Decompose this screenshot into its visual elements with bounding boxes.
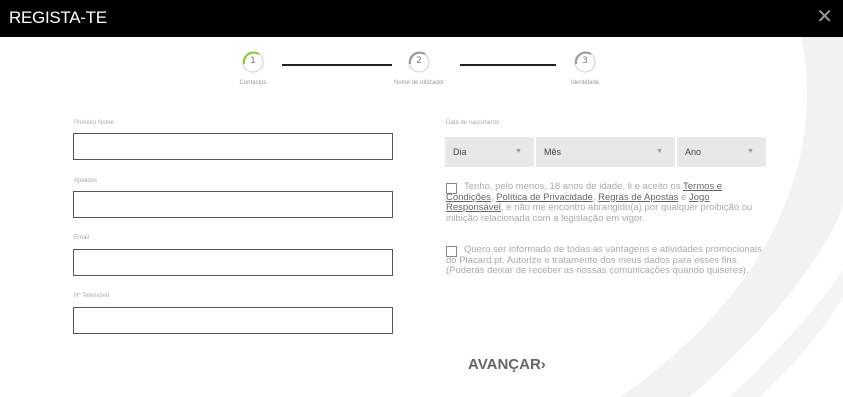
betting-rules-link[interactable]: Regras de Apostas bbox=[598, 192, 678, 203]
step-3-number: 3 bbox=[582, 56, 588, 66]
step-3-label: Identidade bbox=[570, 80, 600, 86]
chevron-down-icon: ▼ bbox=[656, 148, 663, 155]
modal-header: REGISTA-TE ✕ bbox=[0, 0, 843, 37]
chevron-right-icon: › bbox=[540, 356, 546, 373]
year-select[interactable]: Ano ▼ bbox=[677, 137, 766, 167]
surname-input[interactable] bbox=[73, 191, 393, 218]
month-select-value: Mês bbox=[544, 147, 562, 157]
marketing-consent-text: Quero ser informado de todas as vantagen… bbox=[446, 244, 762, 276]
phone-input[interactable] bbox=[73, 307, 393, 334]
year-select-value: Ano bbox=[685, 147, 702, 157]
step-connector-1 bbox=[282, 64, 392, 66]
chevron-down-icon: ▼ bbox=[747, 148, 754, 155]
terms-sep-3: e bbox=[678, 191, 689, 203]
next-button[interactable]: AVANÇAR› bbox=[468, 356, 546, 373]
first-name-input[interactable] bbox=[73, 133, 393, 160]
terms-text-1: Tenho, pelo menos, 18 anos de idade, li … bbox=[464, 181, 684, 192]
step-1-number: 1 bbox=[250, 56, 256, 66]
chevron-down-icon: ▼ bbox=[515, 148, 522, 155]
privacy-policy-link[interactable]: Política de Privacidade bbox=[496, 192, 593, 203]
email-label: Email bbox=[74, 235, 90, 241]
email-input[interactable] bbox=[73, 249, 393, 276]
age-terms-text: Tenho, pelo menos, 18 anos de idade, li … bbox=[446, 181, 766, 224]
day-select[interactable]: Dia ▼ bbox=[445, 137, 534, 167]
close-icon[interactable]: ✕ bbox=[816, 4, 833, 28]
surname-label: Apelidos bbox=[74, 178, 98, 184]
step-2-label: Nome de utilizador bbox=[393, 80, 445, 86]
step-2-number: 2 bbox=[416, 56, 422, 66]
next-button-label: AVANÇAR bbox=[468, 356, 541, 373]
dob-label: Data de nascimento bbox=[446, 120, 500, 126]
first-name-label: Primeiro Nome bbox=[74, 120, 115, 126]
step-1-label: Contactos bbox=[239, 80, 267, 86]
month-select[interactable]: Mês ▼ bbox=[536, 137, 675, 167]
phone-label: Nº Telemóvel bbox=[74, 293, 110, 299]
step-connector-2 bbox=[460, 64, 556, 66]
day-select-value: Dia bbox=[453, 147, 467, 157]
modal-title: REGISTA-TE bbox=[9, 8, 107, 27]
